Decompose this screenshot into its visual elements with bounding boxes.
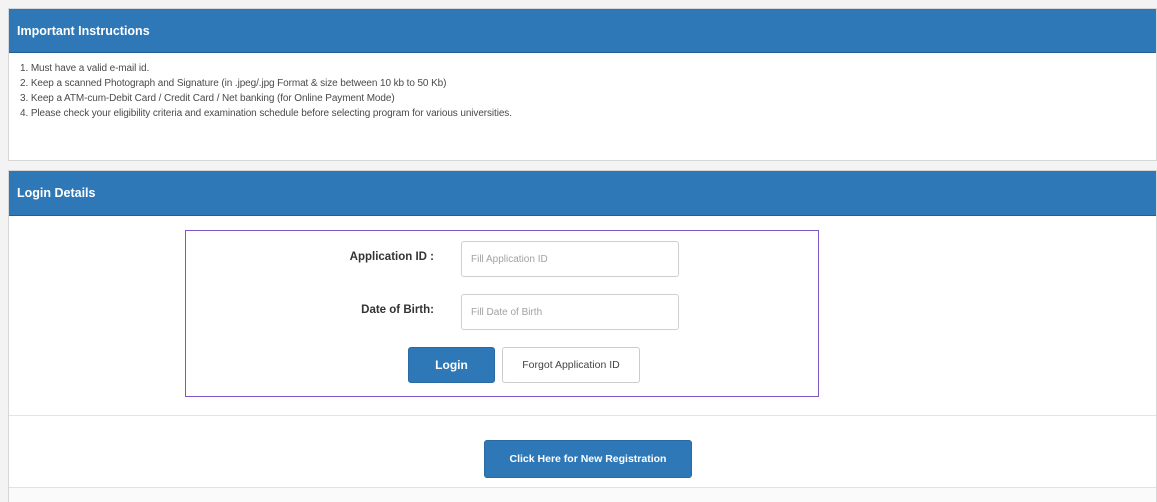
- login-heading: Login Details: [9, 171, 1156, 216]
- instructions-list: 1. Must have a valid e-mail id. 2. Keep …: [9, 53, 1156, 121]
- instructions-panel: Important Instructions 1. Must have a va…: [8, 8, 1157, 161]
- dob-row: Date of Birth:: [186, 294, 818, 330]
- dob-label: Date of Birth:: [361, 304, 434, 316]
- application-id-row: Application ID :: [186, 241, 818, 277]
- page: Important Instructions 1. Must have a va…: [0, 0, 1157, 502]
- login-body: Application ID : Date of Birth: Login Fo…: [9, 216, 1156, 416]
- login-panel: Login Details Application ID : Date of B…: [8, 170, 1157, 502]
- new-registration-button[interactable]: Click Here for New Registration: [484, 440, 692, 478]
- instruction-item: 3. Keep a ATM-cum-Debit Card / Credit Ca…: [20, 93, 395, 104]
- login-button[interactable]: Login: [408, 347, 495, 383]
- instruction-item: 1. Must have a valid e-mail id.: [20, 63, 150, 74]
- application-id-input[interactable]: [461, 241, 679, 277]
- dob-input[interactable]: [461, 294, 679, 330]
- instruction-item: 2. Keep a scanned Photograph and Signatu…: [20, 78, 447, 89]
- instruction-item: 4. Please check your eligibility criteri…: [20, 108, 512, 119]
- instructions-heading: Important Instructions: [9, 9, 1156, 53]
- application-id-label: Application ID :: [349, 251, 434, 263]
- registration-area: Click Here for New Registration: [9, 416, 1156, 488]
- forgot-application-id-button[interactable]: Forgot Application ID: [502, 347, 640, 383]
- login-form: Application ID : Date of Birth: Login Fo…: [185, 230, 819, 397]
